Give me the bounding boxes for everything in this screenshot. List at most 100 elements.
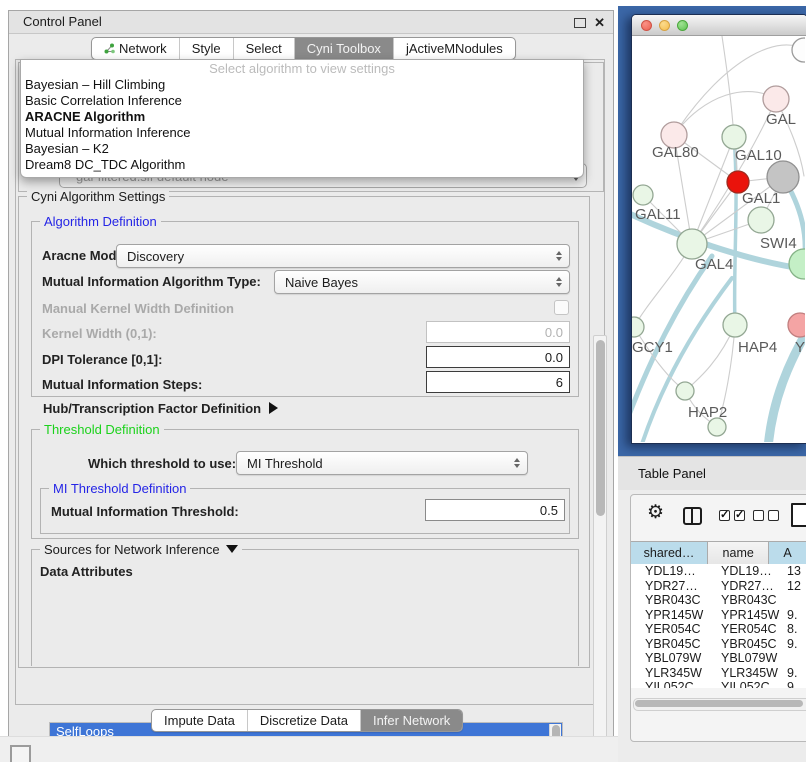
table-panel-region: ⚙ shared… name A YDL19…YDL19…13YDR27…YDR… — [618, 490, 806, 762]
table-row[interactable]: YDR27…YDR27…12 — [631, 579, 806, 594]
mi-steps-field[interactable]: 6 — [426, 371, 570, 393]
table-horizontal-scrollbar[interactable] — [633, 698, 806, 711]
algorithm-option[interactable]: ARACNE Algorithm — [21, 109, 583, 125]
network-node-swi4[interactable] — [789, 249, 805, 279]
kernel-width-field[interactable]: 0.0 — [426, 321, 570, 343]
tab-style[interactable]: Style — [179, 38, 233, 59]
settings-vertical-scrollbar[interactable] — [593, 335, 607, 762]
column-header-shared-name[interactable]: shared… — [631, 542, 708, 565]
algorithm-option[interactable]: Mutual Information Inference — [21, 125, 583, 141]
which-threshold-combobox[interactable]: MI Threshold — [236, 451, 528, 475]
network-node-hap4[interactable] — [723, 313, 747, 337]
table-row[interactable]: YBR043CYBR043C — [631, 593, 806, 608]
tab-cyni-toolbox[interactable]: Cyni Toolbox — [294, 38, 393, 59]
combo-spinner-icon — [556, 251, 562, 261]
network-node-gal1[interactable] — [748, 207, 774, 233]
network-view-window[interactable]: GALGAL80GAL10GAL1GAL11GAL4SWI4GCY1HAP4YH… — [631, 14, 806, 444]
cyni-algorithm-settings-group: Cyni Algorithm Settings Algorithm Defini… — [18, 196, 590, 668]
network-edge[interactable] — [722, 36, 734, 137]
table-cell: 9. — [787, 666, 797, 681]
network-node-gal11[interactable] — [633, 185, 653, 205]
threshold-definition-title: Threshold Definition — [40, 422, 164, 437]
threshold-definition-group: Threshold Definition Which threshold to … — [31, 429, 579, 539]
table-row[interactable]: YER054C YER054C 8. — [631, 622, 806, 637]
table-cell: YBR043C — [645, 593, 701, 608]
tab-discretize-data[interactable]: Discretize Data — [247, 710, 360, 731]
select-all-checks-icon[interactable] — [719, 510, 745, 521]
column-layout-icon[interactable] — [683, 507, 702, 525]
table-cell: YBR045C — [645, 637, 701, 652]
algorithm-dropdown-popup: Select algorithm to view settings Bayesi… — [20, 59, 584, 178]
mi-algorithm-type-combobox[interactable]: Naive Bayes — [274, 270, 570, 294]
network-edge[interactable] — [734, 137, 736, 325]
mi-threshold-label: Mutual Information Threshold: — [51, 504, 239, 519]
tab-infer-network[interactable]: Infer Network — [360, 710, 462, 731]
expander-expanded-icon — [226, 545, 238, 553]
network-node-y[interactable] — [788, 313, 805, 337]
node-label: HAP2 — [688, 404, 727, 421]
node-label: GAL1 — [742, 190, 780, 207]
expander-collapsed-icon — [269, 402, 278, 414]
cytoscape-desktop: GALGAL80GAL10GAL1GAL11GAL4SWI4GCY1HAP4YH… — [618, 6, 806, 456]
aracne-mode-combobox[interactable]: Discovery — [116, 244, 570, 268]
cyni-toolbox-panel: gal-filtered.sif default node Select alg… — [15, 59, 605, 705]
table-cell: YBL079W — [645, 651, 701, 666]
close-traffic-light-icon[interactable] — [641, 20, 652, 31]
tab-impute-data[interactable]: Impute Data — [152, 710, 247, 731]
export-table-icon[interactable] — [791, 503, 806, 527]
algorithm-option[interactable]: Basic Correlation Inference — [21, 93, 583, 109]
mi-threshold-field[interactable]: 0.5 — [425, 499, 565, 521]
network-node-gcy1[interactable] — [632, 317, 644, 337]
network-window-titlebar[interactable] — [632, 15, 806, 36]
algorithm-option[interactable]: Dream8 DC_TDC Algorithm — [21, 157, 583, 173]
table-body: YDL19…YDL19…13YDR27…YDR27…12YBR043CYBR04… — [631, 564, 806, 688]
table-row[interactable]: YBL079WYBL079W — [631, 651, 806, 666]
network-node-gal4[interactable] — [677, 229, 707, 259]
close-icon[interactable]: ✕ — [594, 12, 605, 34]
network-node[interactable] — [792, 38, 805, 62]
manual-kernel-checkbox[interactable] — [554, 300, 569, 315]
minimize-traffic-light-icon[interactable] — [659, 20, 670, 31]
tab-jactivemnodules[interactable]: jActiveMNodules — [393, 38, 515, 59]
sources-group: Sources for Network Inference Data Attri… — [31, 549, 579, 666]
network-node-gal10[interactable] — [722, 125, 746, 149]
sources-group-title[interactable]: Sources for Network Inference — [40, 542, 242, 557]
hub-factor-expander[interactable]: Hub/Transcription Factor Definition — [43, 401, 278, 416]
tab-network-label: Network — [119, 41, 167, 56]
which-threshold-label: Which threshold to use: — [88, 456, 236, 471]
mi-type-label: Mutual Information Algorithm Type: — [42, 274, 261, 289]
table-row[interactable]: YDL19…YDL19…13 — [631, 564, 806, 579]
gear-icon[interactable]: ⚙ — [647, 501, 664, 524]
screenshot-root: Control Panel ✕ Network Style Select Cyn… — [0, 0, 806, 762]
table-cell: YIL052C — [721, 680, 770, 688]
table-row[interactable]: YIL052CYIL052C9 — [631, 680, 806, 688]
dpi-tolerance-field[interactable]: 0.0 — [426, 346, 570, 368]
algorithm-option[interactable]: Bayesian – Hill Climbing — [21, 77, 583, 93]
network-node[interactable] — [767, 161, 799, 193]
tab-select[interactable]: Select — [233, 38, 294, 59]
zoom-traffic-light-icon[interactable] — [677, 20, 688, 31]
network-node-hap2[interactable] — [676, 382, 694, 400]
control-panel-titlebar: Control Panel ✕ — [9, 11, 613, 34]
column-header-partial[interactable]: A — [769, 542, 806, 565]
deselect-all-checks-icon[interactable] — [753, 510, 779, 521]
table-cell: YDL19… — [645, 564, 696, 579]
tab-network[interactable]: Network — [92, 38, 179, 59]
table-row[interactable]: YBR045CYBR045C9. — [631, 637, 806, 652]
collapsed-panel-grip[interactable] — [10, 745, 31, 762]
network-canvas[interactable]: GALGAL80GAL10GAL1GAL11GAL4SWI4GCY1HAP4YH… — [632, 36, 805, 442]
table-cell: YPR145W — [721, 608, 779, 623]
mi-type-value: Naive Bayes — [285, 275, 358, 290]
table-row[interactable]: YLR345WYLR345W9. — [631, 666, 806, 681]
table-cell: YER054C — [645, 622, 701, 637]
float-window-icon[interactable] — [574, 18, 586, 28]
table-row[interactable]: YPR145WYPR145W9. — [631, 608, 806, 623]
kernel-width-label: Kernel Width (0,1): — [42, 326, 157, 341]
control-panel-window: Control Panel ✕ Network Style Select Cyn… — [8, 10, 614, 737]
table-cell: 8. — [787, 622, 797, 637]
network-node-gal[interactable] — [763, 86, 789, 112]
column-header-name[interactable]: name — [708, 542, 769, 565]
table-cell: YER054C — [721, 622, 777, 637]
node-label: Y — [795, 339, 805, 356]
algorithm-option[interactable]: Bayesian – K2 — [21, 141, 583, 157]
